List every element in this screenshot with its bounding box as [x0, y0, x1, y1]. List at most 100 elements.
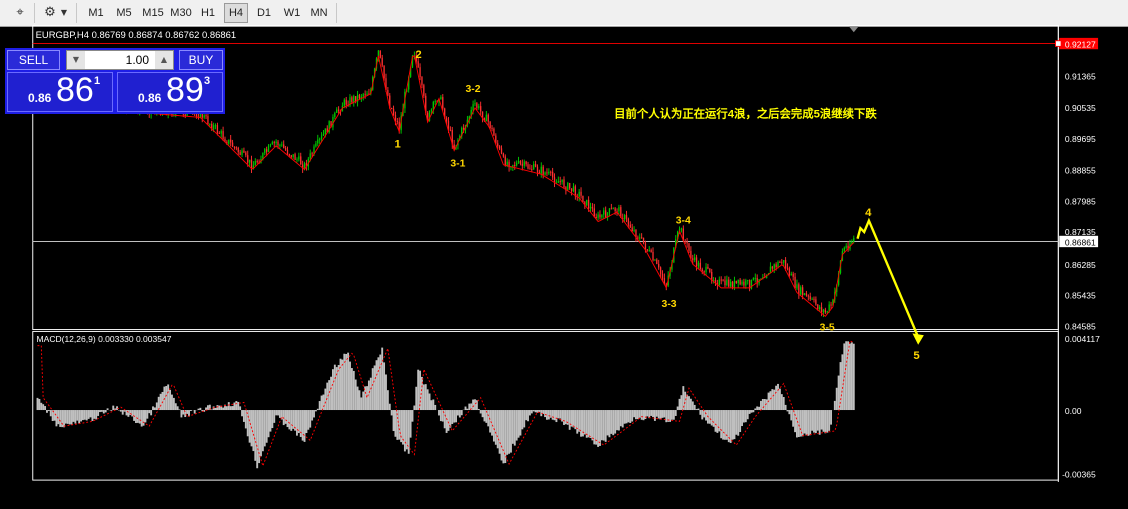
candle-body [421, 77, 423, 86]
macd-bar [771, 389, 774, 411]
candle-body [298, 156, 300, 160]
volume-decrease-icon[interactable]: ▼ [67, 51, 85, 69]
candle-body [779, 261, 781, 263]
macd-bar [152, 406, 154, 411]
macd-bar [222, 407, 225, 411]
candle-body [754, 277, 756, 279]
candle-body [489, 121, 491, 129]
macd-bar [320, 395, 323, 411]
sell-button[interactable]: SELL [7, 50, 60, 70]
macd-bar [714, 410, 717, 432]
macd-label: MACD(12,26,9) 0.003330 0.003547 [37, 334, 172, 344]
macd-bar [301, 410, 304, 441]
candle-body [608, 208, 611, 213]
candle-body [572, 186, 575, 192]
macd-bar [87, 410, 90, 419]
macd-bar [718, 410, 721, 432]
macd-bar [663, 410, 666, 418]
macd-bar [439, 410, 442, 422]
candle-body [248, 159, 251, 163]
macd-bar [489, 410, 492, 433]
candle-body [570, 188, 573, 192]
macd-bar [358, 390, 361, 411]
macd-bar [161, 391, 164, 411]
candle-body [815, 299, 817, 305]
sell-price-big: 86 [56, 71, 94, 109]
macd-bar [172, 397, 175, 411]
macd-bar [494, 410, 497, 445]
candle-body [695, 257, 698, 267]
volume-field[interactable]: ▼ 1.00 ▲ [66, 50, 174, 70]
macd-bar [648, 410, 651, 419]
candle-body [390, 108, 393, 109]
macd-bar [761, 398, 764, 411]
macd-bar [424, 384, 427, 411]
macd-bar [455, 410, 457, 423]
macd-bar [409, 410, 412, 438]
candle-body [442, 97, 444, 109]
macd-bar [59, 410, 62, 427]
volume-increase-icon[interactable]: ▲ [155, 51, 173, 69]
macd-bar [373, 365, 376, 411]
macd-bar [688, 396, 690, 411]
macd-bar [671, 410, 673, 420]
volume-value[interactable]: 1.00 [126, 51, 149, 69]
candle-body [497, 143, 499, 147]
candle-body [485, 114, 488, 122]
macd-bar [468, 403, 471, 411]
macd-bar [750, 410, 753, 413]
macd-bar [612, 410, 615, 436]
macd-bar [739, 410, 742, 433]
macd-bar [225, 406, 228, 411]
macd-bar [169, 389, 172, 411]
macd-bar [708, 410, 711, 424]
macd-bar [811, 410, 814, 431]
candle-body [533, 164, 535, 170]
sell-price-button[interactable]: 0.86 86 1 [7, 71, 113, 112]
macd-bar [640, 410, 643, 420]
macd-bar [153, 407, 156, 411]
candle-body [551, 171, 554, 178]
candle-body [629, 224, 631, 228]
buy-button[interactable]: BUY [179, 50, 223, 70]
macd-bar [633, 410, 636, 418]
candle-body [730, 281, 732, 287]
candle-body [567, 182, 569, 191]
macd-bar [735, 410, 738, 435]
macd-bar [705, 410, 707, 421]
candle-body [688, 243, 690, 251]
candle-body [648, 250, 650, 252]
candle-body [281, 144, 283, 146]
candle-body [658, 263, 660, 268]
macd-bar [214, 407, 217, 411]
macd-bar [347, 352, 350, 411]
macd-bar [818, 410, 821, 435]
price-tick: 0.87135 [1065, 227, 1096, 237]
macd-bar [703, 410, 706, 418]
macd-bar [273, 410, 276, 423]
candle-body [728, 279, 730, 287]
candle-body [205, 115, 207, 117]
candle-body [656, 259, 658, 264]
macd-bar [636, 410, 639, 420]
candle-body [256, 161, 258, 163]
macd-bar [527, 410, 529, 422]
macd-bar [477, 408, 480, 411]
candle-body [652, 251, 654, 261]
macd-bar [731, 410, 734, 440]
macd-bar [261, 410, 264, 452]
macd-bar [619, 410, 622, 427]
macd-bar [604, 410, 607, 442]
macd-bar [502, 410, 505, 464]
buy-price-button[interactable]: 0.86 89 3 [117, 71, 223, 112]
candle-body [731, 281, 734, 289]
macd-bar [778, 388, 781, 411]
wave-label-3-4: 3-4 [676, 215, 691, 226]
macd-bar [737, 410, 740, 436]
macd-bar [403, 410, 406, 452]
macd-bar [646, 410, 649, 417]
candle-body [650, 250, 652, 252]
macd-bar [349, 361, 351, 411]
macd-bar [451, 410, 454, 424]
candle-body [521, 163, 523, 166]
